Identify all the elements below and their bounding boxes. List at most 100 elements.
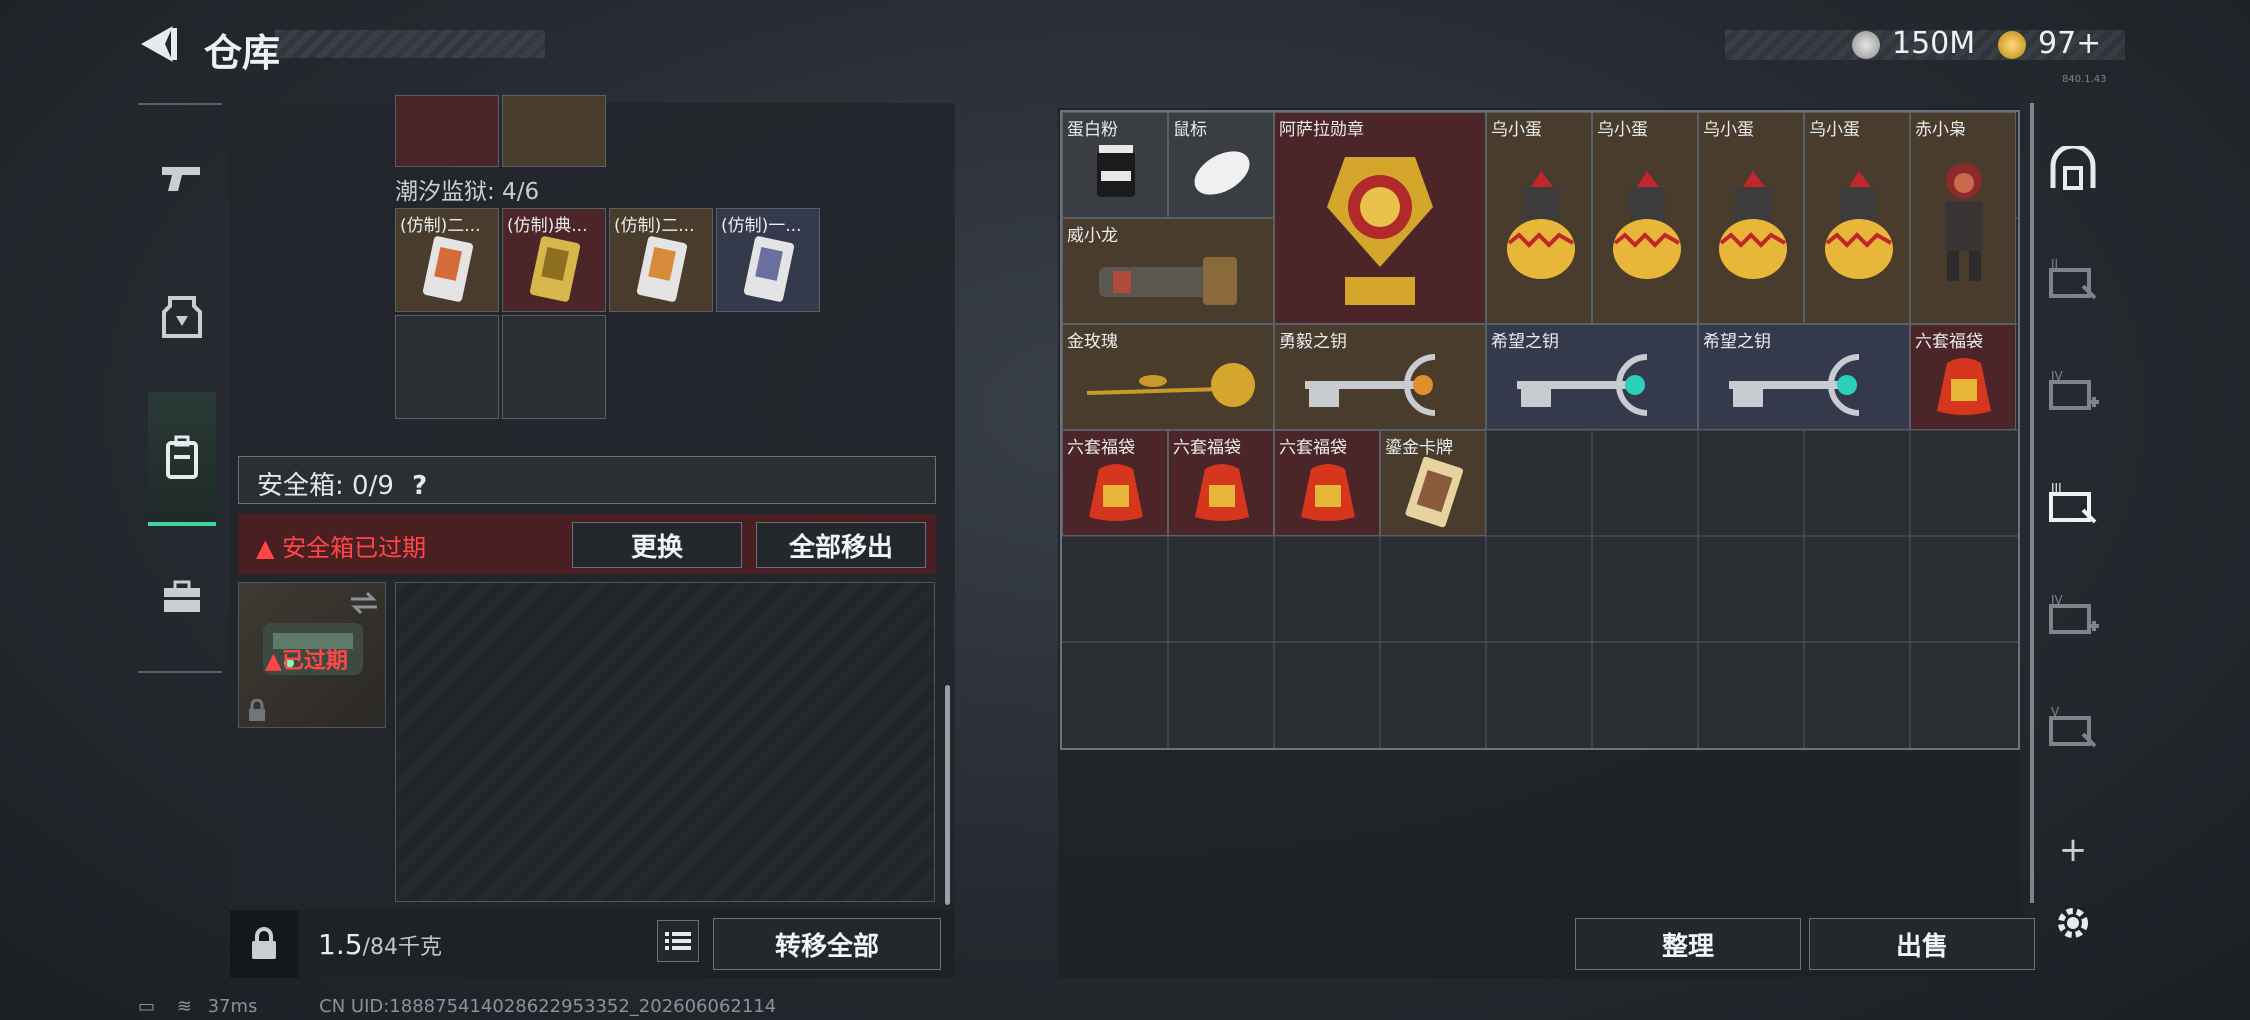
remove-all-button[interactable]: 全部移出	[756, 522, 926, 568]
side-divider	[2030, 103, 2034, 903]
rose-icon	[1086, 363, 1255, 407]
tab-armor[interactable]	[150, 286, 214, 350]
item-name: (仿制)二...	[614, 216, 695, 236]
partial-item-top-1[interactable]	[395, 95, 499, 167]
backpack-icon	[166, 435, 198, 479]
side-tab-home[interactable]	[2045, 140, 2101, 196]
item-name: (仿制)二...	[400, 216, 481, 236]
egg-figure-icon	[1719, 171, 1787, 279]
protein-jar-icon	[1097, 145, 1135, 197]
rail-bottom-line	[138, 671, 222, 673]
item-courage-key[interactable]: 勇毅之钥	[1274, 324, 1486, 430]
lucky-bag-icon	[1195, 464, 1249, 521]
pistol-icon	[162, 167, 200, 191]
svg-text:IV: IV	[2051, 369, 2064, 383]
item-egg-3[interactable]: 乌小蛋	[1698, 112, 1804, 324]
page-title: 仓库	[204, 31, 281, 75]
arch-icon	[2050, 146, 2096, 190]
item-egg-4[interactable]: 乌小蛋	[1804, 112, 1910, 324]
stash-add-icon: IV	[2049, 369, 2099, 410]
weight-capacity: /84千克	[362, 935, 442, 960]
item-asala-medal[interactable]: 阿萨拉勋章	[1274, 112, 1486, 324]
card-item-icon	[743, 236, 795, 302]
currency-silver: 150M	[1892, 26, 1976, 61]
version-label: 840.1.43	[2062, 74, 2107, 85]
tab-weapon[interactable]	[150, 146, 214, 210]
item-protein-powder[interactable]: 蛋白粉	[1062, 112, 1168, 218]
empty-slot[interactable]	[502, 315, 606, 419]
armor-icon	[162, 296, 202, 338]
medal-icon	[1327, 157, 1433, 305]
stash-add-icon: IV	[2049, 593, 2099, 634]
side-tab-v[interactable]: V	[2045, 700, 2101, 756]
back-arrow-icon[interactable]	[135, 22, 181, 66]
item-egg-2[interactable]: 乌小蛋	[1592, 112, 1698, 324]
safe-case-image[interactable]: ▲已过期	[238, 582, 386, 728]
item-gilded-card[interactable]: 鎏金卡牌	[1380, 430, 1486, 536]
svg-text:IV: IV	[2051, 593, 2064, 607]
item-gold-rose[interactable]: 金玫瑰	[1062, 324, 1274, 430]
side-tab-iv-add[interactable]: IV	[2045, 364, 2101, 420]
item-hope-key-1[interactable]: 希望之钥	[1486, 324, 1698, 430]
lucky-bag-icon	[1089, 464, 1143, 521]
header-stripe	[275, 30, 545, 58]
item-name: 乌小蛋	[1809, 120, 1860, 140]
list-view-button[interactable]	[657, 920, 699, 962]
top-item-3[interactable]: (仿制)二...	[609, 208, 713, 312]
item-wei-xiaolong[interactable]: 威小龙	[1062, 218, 1274, 324]
item-hope-key-2[interactable]: 希望之钥	[1698, 324, 1910, 430]
rail-top-line	[138, 103, 222, 105]
item-name: 鼠标	[1173, 120, 1207, 140]
prison-count-label: 潮汐监狱: 4/6	[395, 179, 540, 205]
partial-item-top-2[interactable]	[502, 95, 606, 167]
item-name: 赤小枭	[1915, 120, 1966, 140]
top-item-4[interactable]: (仿制)一...	[716, 208, 820, 312]
tab-briefcase[interactable]	[150, 565, 214, 629]
safebox-grid[interactable]	[395, 582, 935, 902]
item-egg-1[interactable]: 乌小蛋	[1486, 112, 1592, 324]
lucky-bag-icon	[1301, 464, 1355, 521]
svg-text:V: V	[2051, 705, 2060, 719]
item-red-owl[interactable]: 赤小枭	[1910, 112, 2016, 324]
list-icon	[665, 932, 691, 950]
padlock-icon	[249, 699, 265, 721]
card-icon	[1405, 456, 1464, 528]
side-tab-iv[interactable]: IV	[2045, 588, 2101, 644]
padlock-icon	[252, 927, 276, 959]
item-name: 乌小蛋	[1597, 120, 1648, 140]
weight-value: 1.5	[318, 928, 363, 961]
item-name: 乌小蛋	[1703, 120, 1754, 140]
replace-button[interactable]: 更换	[572, 522, 742, 568]
item-mouse[interactable]: 鼠标	[1168, 112, 1274, 218]
card-item-icon	[422, 236, 474, 302]
sell-button[interactable]: 出售	[1809, 918, 2035, 970]
top-item-2[interactable]: (仿制)典...	[502, 208, 606, 312]
card-item-icon	[529, 236, 581, 302]
settings-button[interactable]	[2045, 895, 2101, 951]
stash-tab-icon: V	[2049, 705, 2097, 748]
transfer-all-button[interactable]: 转移全部	[713, 918, 941, 970]
scrollbar[interactable]	[945, 685, 950, 905]
gauntlet-icon	[1099, 257, 1237, 305]
sort-button[interactable]: 整理	[1575, 918, 1801, 970]
figure-icon	[1945, 163, 1983, 281]
lock-button[interactable]	[230, 910, 298, 978]
side-tab-ii[interactable]: II	[2045, 252, 2101, 308]
item-name: 乌小蛋	[1491, 120, 1542, 140]
help-icon[interactable]: ?	[412, 471, 427, 501]
card-item-icon	[636, 236, 688, 302]
item-lucky-bag-3[interactable]: 六套福袋	[1168, 430, 1274, 536]
tab-backpack[interactable]	[148, 392, 216, 526]
add-tab-button[interactable]: +	[2045, 822, 2101, 878]
item-lucky-bag-4[interactable]: 六套福袋	[1274, 430, 1380, 536]
empty-slot[interactable]	[395, 315, 499, 419]
safebox-label: 安全箱: 0/9	[257, 471, 394, 501]
currency-gold[interactable]: 97+	[2038, 26, 2101, 61]
top-item-1[interactable]: (仿制)二...	[395, 208, 499, 312]
side-tab-iii[interactable]: III	[2045, 476, 2101, 532]
silver-coin-icon	[1852, 31, 1880, 59]
item-lucky-bag-2[interactable]: 六套福袋	[1062, 430, 1168, 536]
warning-icon: ▲	[256, 534, 283, 562]
case-expired-label: ▲已过期	[265, 649, 348, 674]
item-lucky-bag-1[interactable]: 六套福袋	[1910, 324, 2016, 430]
